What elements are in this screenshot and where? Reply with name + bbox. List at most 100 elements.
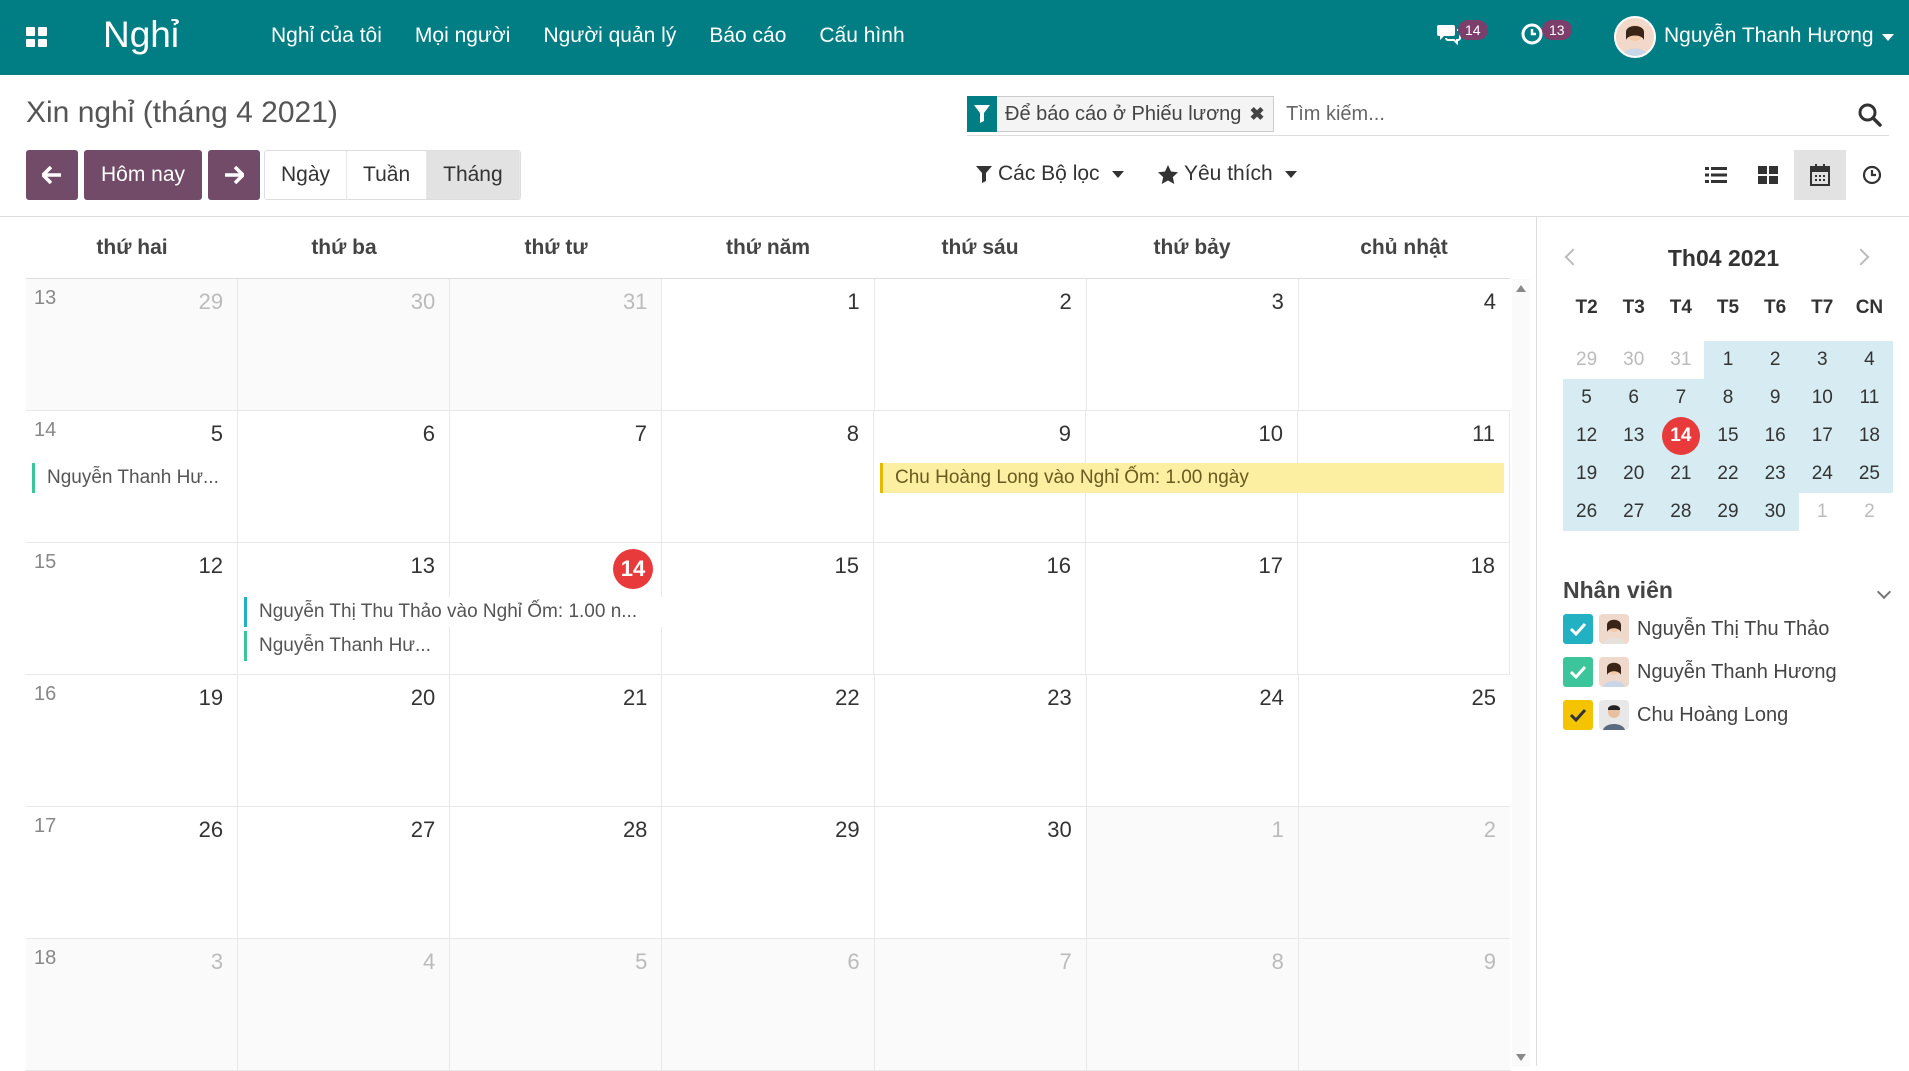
mini-day-today[interactable]: 14: [1657, 417, 1705, 455]
day-cell[interactable]: 30: [238, 279, 451, 410]
activity-view-button[interactable]: [1846, 150, 1898, 200]
day-cell[interactable]: 3: [1086, 279, 1299, 410]
employee-filter-item[interactable]: Nguyễn Thanh Hương: [1563, 657, 1837, 687]
menu-my-time-off[interactable]: Nghỉ của tôi: [271, 24, 382, 48]
calendar-event[interactable]: Nguyễn Thanh Hư...: [32, 463, 232, 493]
calendar-event[interactable]: Nguyễn Thanh Hư...: [244, 631, 444, 661]
previous-button[interactable]: [26, 150, 78, 200]
next-button[interactable]: [208, 150, 260, 200]
checkbox-checked-icon[interactable]: [1563, 614, 1593, 644]
day-cell[interactable]: 2: [1298, 807, 1510, 938]
app-brand[interactable]: Nghỉ: [103, 14, 179, 56]
day-cell[interactable]: 31: [450, 279, 663, 410]
day-cell[interactable]: 27: [238, 807, 451, 938]
mini-day[interactable]: 25: [1845, 455, 1893, 493]
scale-day-button[interactable]: Ngày: [265, 151, 348, 199]
mini-day[interactable]: 2: [1846, 493, 1893, 531]
day-cell[interactable]: 5: [450, 939, 663, 1070]
day-cell[interactable]: 29: [662, 807, 875, 938]
mini-day[interactable]: 19: [1563, 455, 1611, 493]
user-avatar[interactable]: [1614, 16, 1656, 58]
mini-day[interactable]: 30: [1610, 341, 1657, 379]
facet-remove-icon[interactable]: ✖: [1249, 104, 1272, 125]
list-view-button[interactable]: [1690, 150, 1742, 200]
mini-day[interactable]: 11: [1845, 379, 1893, 417]
mini-day[interactable]: 18: [1845, 417, 1893, 455]
menu-managers[interactable]: Người quản lý: [543, 24, 676, 48]
mini-day[interactable]: 20: [1610, 455, 1658, 493]
mini-day[interactable]: 1: [1704, 341, 1752, 379]
day-cell[interactable]: 7: [450, 411, 662, 542]
mini-day[interactable]: 6: [1610, 379, 1658, 417]
day-cell[interactable]: 28: [450, 807, 663, 938]
mini-day[interactable]: 29: [1563, 341, 1610, 379]
today-button[interactable]: Hôm nay: [84, 150, 202, 200]
mini-day[interactable]: 31: [1657, 341, 1704, 379]
menu-reporting[interactable]: Báo cáo: [709, 24, 786, 48]
chevron-down-icon[interactable]: [1876, 584, 1892, 600]
mini-day[interactable]: 16: [1751, 417, 1799, 455]
mini-day[interactable]: 28: [1657, 493, 1705, 531]
mini-day[interactable]: 22: [1704, 455, 1752, 493]
day-cell[interactable]: 12: [26, 543, 238, 674]
day-cell[interactable]: 3: [26, 939, 239, 1070]
filters-dropdown[interactable]: Các Bộ lọc: [976, 162, 1124, 186]
day-cell[interactable]: 6: [662, 939, 875, 1070]
day-cell[interactable]: 4: [238, 939, 451, 1070]
activities-systray[interactable]: 13: [1520, 20, 1572, 46]
day-cell[interactable]: 30: [874, 807, 1087, 938]
favorites-dropdown[interactable]: Yêu thích: [1158, 162, 1297, 186]
scroll-down-icon[interactable]: [1516, 1054, 1526, 1061]
mini-day[interactable]: 7: [1657, 379, 1705, 417]
day-cell[interactable]: 15: [662, 543, 874, 674]
mini-day[interactable]: 12: [1563, 417, 1611, 455]
calendar-view-button[interactable]: [1794, 150, 1846, 200]
mini-day[interactable]: 4: [1845, 341, 1893, 379]
mini-day[interactable]: 15: [1704, 417, 1752, 455]
day-cell[interactable]: 23: [874, 675, 1087, 806]
day-cell[interactable]: 29: [26, 279, 239, 410]
search-icon[interactable]: [1857, 102, 1883, 133]
day-cell[interactable]: 19: [26, 675, 239, 806]
day-cell[interactable]: 9: [1298, 939, 1510, 1070]
mini-day[interactable]: 29: [1704, 493, 1752, 531]
day-cell[interactable]: 17: [1086, 543, 1298, 674]
mini-day[interactable]: 3: [1798, 341, 1846, 379]
day-cell[interactable]: 7: [874, 939, 1087, 1070]
day-cell[interactable]: 1: [1086, 807, 1299, 938]
day-cell[interactable]: 2: [874, 279, 1087, 410]
mini-day[interactable]: 17: [1798, 417, 1846, 455]
mini-day[interactable]: 2: [1751, 341, 1799, 379]
mini-day[interactable]: 13: [1610, 417, 1658, 455]
mini-day[interactable]: 21: [1657, 455, 1705, 493]
day-cell[interactable]: 8: [1086, 939, 1299, 1070]
day-cell[interactable]: 25: [1298, 675, 1510, 806]
user-menu-caret-icon[interactable]: [1882, 34, 1894, 41]
mini-day[interactable]: 5: [1563, 379, 1611, 417]
day-cell[interactable]: 18: [1298, 543, 1510, 674]
day-cell[interactable]: 16: [874, 543, 1086, 674]
day-cell[interactable]: 20: [238, 675, 451, 806]
day-cell[interactable]: 21: [450, 675, 663, 806]
mini-day[interactable]: 26: [1563, 493, 1611, 531]
mini-day[interactable]: 8: [1704, 379, 1752, 417]
app-switcher-icon[interactable]: [26, 27, 48, 47]
day-cell[interactable]: 4: [1298, 279, 1510, 410]
day-cell[interactable]: 8: [662, 411, 874, 542]
day-cell[interactable]: 1: [662, 279, 875, 410]
day-cell[interactable]: 24: [1086, 675, 1299, 806]
mini-day[interactable]: 10: [1798, 379, 1846, 417]
kanban-view-button[interactable]: [1742, 150, 1794, 200]
user-name[interactable]: Nguyễn Thanh Hương: [1664, 24, 1874, 48]
mini-day[interactable]: 9: [1751, 379, 1799, 417]
day-cell[interactable]: 22: [662, 675, 875, 806]
messages-systray[interactable]: 14: [1436, 20, 1488, 46]
day-cell[interactable]: 6: [238, 411, 450, 542]
calendar-scrollbar[interactable]: [1512, 279, 1530, 1067]
menu-configuration[interactable]: Cấu hình: [819, 24, 904, 48]
mini-day[interactable]: 27: [1610, 493, 1658, 531]
mini-day[interactable]: 24: [1798, 455, 1846, 493]
scale-week-button[interactable]: Tuần: [347, 151, 428, 199]
mini-day[interactable]: 30: [1751, 493, 1799, 531]
mini-day[interactable]: 1: [1799, 493, 1846, 531]
